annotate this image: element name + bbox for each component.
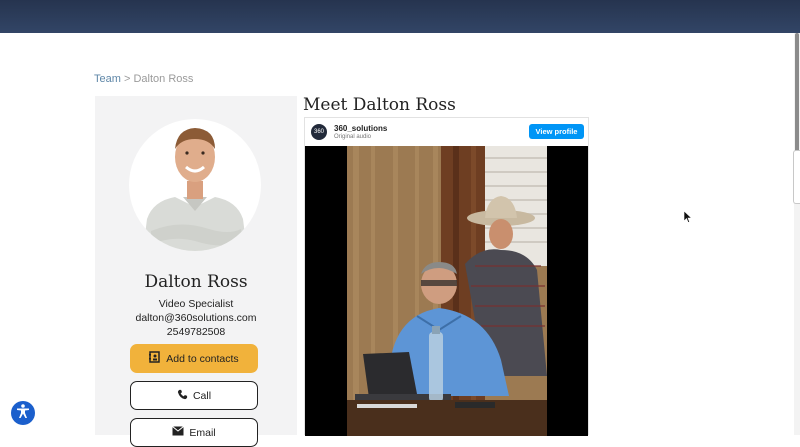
email-button[interactable]: Email: [130, 418, 258, 447]
phone-icon: [177, 389, 188, 403]
scrollbar-thumb[interactable]: [795, 33, 799, 158]
profile-role: Video Specialist: [158, 298, 234, 310]
add-to-contacts-label: Add to contacts: [166, 352, 239, 365]
profile-phone[interactable]: 2549782508: [95, 326, 297, 338]
contact-card-icon: [149, 351, 161, 366]
profile-card: Dalton Ross Video Specialist dalton@360s…: [95, 96, 297, 447]
profile-name: Dalton Ross: [144, 272, 248, 292]
view-profile-button[interactable]: View profile: [529, 124, 584, 139]
accessibility-icon: [15, 403, 31, 424]
call-button[interactable]: Call: [130, 381, 258, 410]
side-widget-tab[interactable]: [793, 150, 800, 204]
audio-label[interactable]: Original audio: [334, 134, 371, 140]
account-name[interactable]: 360_solutions: [334, 124, 387, 133]
breadcrumb: Team > Dalton Ross: [94, 73, 193, 85]
instagram-embed: 360 360_solutions Original audio View pr…: [304, 117, 590, 436]
profile-email[interactable]: dalton@360solutions.com: [95, 312, 297, 324]
page-scrollbar[interactable]: [794, 33, 800, 435]
breadcrumb-team-link[interactable]: Team: [94, 73, 121, 85]
account-logo-text: 360: [313, 129, 324, 135]
embed-header: 360 360_solutions Original audio View pr…: [305, 118, 590, 146]
video-player[interactable]: [305, 146, 588, 436]
call-label: Call: [192, 389, 212, 402]
breadcrumb-separator: >: [123, 73, 131, 85]
breadcrumb-current: Dalton Ross: [133, 73, 194, 85]
add-to-contacts-button[interactable]: Add to contacts: [130, 344, 258, 373]
page-title: Meet Dalton Ross: [303, 95, 456, 115]
mouse-cursor-icon: [683, 210, 693, 228]
envelope-icon: [172, 426, 185, 439]
account-avatar[interactable]: 360: [311, 124, 327, 140]
avatar: [129, 119, 261, 251]
site-header: [0, 0, 800, 33]
accessibility-button[interactable]: [11, 401, 35, 425]
email-label: Email: [189, 426, 216, 439]
